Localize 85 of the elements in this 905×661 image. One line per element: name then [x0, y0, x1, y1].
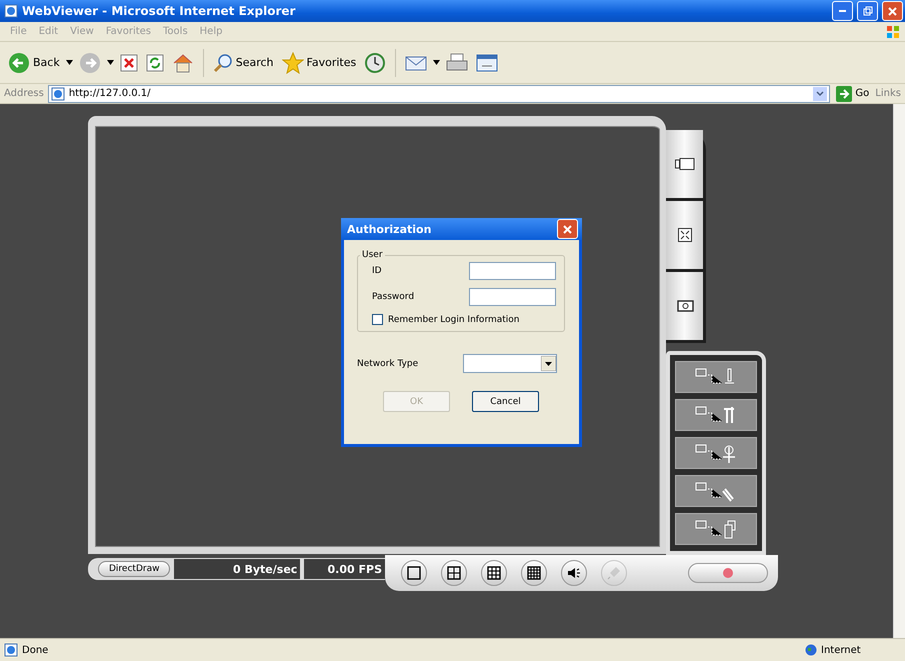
speaker-button[interactable]	[561, 560, 587, 586]
home-icon	[172, 52, 194, 72]
close-icon	[888, 6, 897, 16]
edit-icon	[476, 54, 498, 72]
layout-button[interactable]	[521, 560, 547, 586]
caret-icon	[106, 60, 114, 65]
group-label: User	[361, 250, 384, 260]
grid-layout-icon	[447, 566, 461, 580]
layout-button[interactable]	[481, 560, 507, 586]
snapshot-icon	[676, 300, 694, 312]
stop-button[interactable]	[118, 52, 140, 74]
envelope-icon	[405, 54, 428, 72]
go-arrow-icon	[836, 86, 852, 102]
checkbox-label: Remember Login Information	[388, 314, 520, 324]
tool-button[interactable]	[675, 361, 757, 393]
dialog-close-button[interactable]	[557, 219, 578, 239]
menu-item[interactable]: Favorites	[100, 26, 158, 37]
menu-item[interactable]: Help	[194, 26, 228, 37]
edit-button[interactable]	[474, 52, 500, 74]
render-mode-button[interactable]: DirectDraw	[98, 561, 170, 577]
network-type-select[interactable]	[463, 354, 557, 373]
bitrate-readout: 0 Byte/sec	[174, 559, 300, 579]
fps-readout: 0.00 FPS	[304, 559, 385, 579]
globe-icon	[805, 644, 817, 656]
back-button[interactable]: Back	[6, 50, 62, 76]
page-icon	[50, 86, 65, 100]
search-icon	[212, 52, 233, 72]
restore-icon	[862, 6, 872, 16]
star-icon	[282, 52, 304, 74]
grid-layout-icon	[487, 566, 501, 580]
address-label: Address	[4, 88, 44, 99]
refresh-button[interactable]	[144, 52, 166, 74]
grid-layout-icon	[527, 566, 541, 580]
minimize-icon	[839, 10, 846, 12]
dialog-title: Authorization	[347, 222, 432, 236]
scrollbar[interactable]	[893, 104, 905, 638]
status-text: Done	[22, 644, 50, 656]
side-tab[interactable]	[666, 201, 703, 269]
microphone-icon	[607, 566, 621, 580]
caret-icon	[66, 60, 73, 65]
dropdown-arrow-icon	[541, 356, 556, 371]
minimize-button[interactable]	[832, 1, 853, 21]
refresh-icon	[146, 54, 164, 72]
record-button[interactable]	[688, 563, 768, 583]
fullscreen-icon	[678, 228, 692, 242]
caret-icon	[433, 60, 440, 65]
menu-item[interactable]: View	[64, 26, 100, 37]
checkbox[interactable]	[372, 314, 383, 325]
printer-icon	[446, 52, 468, 72]
text-input[interactable]	[469, 262, 556, 280]
field-label: Network Type	[357, 358, 418, 368]
grid-layout-icon	[407, 566, 421, 580]
camera-icon	[674, 158, 694, 170]
window-title: WebViewer - Microsoft Internet Explorer	[22, 4, 296, 18]
close-icon	[563, 224, 572, 234]
speaker-icon	[567, 566, 581, 580]
favorites-button[interactable]: Favorites	[280, 50, 358, 76]
restore-button[interactable]	[857, 1, 878, 21]
cancel-button[interactable]: Cancel	[472, 391, 539, 412]
layout-button[interactable]	[401, 560, 427, 586]
page-icon	[4, 4, 18, 18]
field-label: ID	[372, 266, 382, 276]
menu-item[interactable]: File	[4, 26, 33, 37]
layout-button[interactable]	[441, 560, 467, 586]
tool-button[interactable]	[675, 399, 757, 431]
record-dot-icon	[722, 567, 734, 579]
go-button[interactable]: Go	[834, 84, 872, 104]
tool-button[interactable]	[675, 513, 757, 545]
windows-flag-icon	[885, 24, 901, 40]
side-tab[interactable]	[666, 272, 703, 340]
menu-item[interactable]: Tools	[157, 26, 194, 37]
address-field[interactable]: http://127.0.0.1/	[48, 84, 830, 102]
menu-item[interactable]: Edit	[32, 26, 64, 37]
links-label[interactable]: Links	[875, 88, 901, 99]
close-button[interactable]	[882, 1, 903, 21]
field-label: Password	[372, 292, 414, 302]
history-icon	[364, 52, 386, 74]
tool-button[interactable]	[675, 437, 757, 469]
zone-label: Internet	[821, 644, 862, 656]
text-input[interactable]	[469, 288, 556, 306]
page-icon	[4, 643, 18, 657]
tool-button[interactable]	[675, 475, 757, 507]
stop-icon	[120, 54, 138, 72]
side-tab[interactable]	[666, 130, 703, 198]
search-button[interactable]: Search	[210, 50, 276, 74]
